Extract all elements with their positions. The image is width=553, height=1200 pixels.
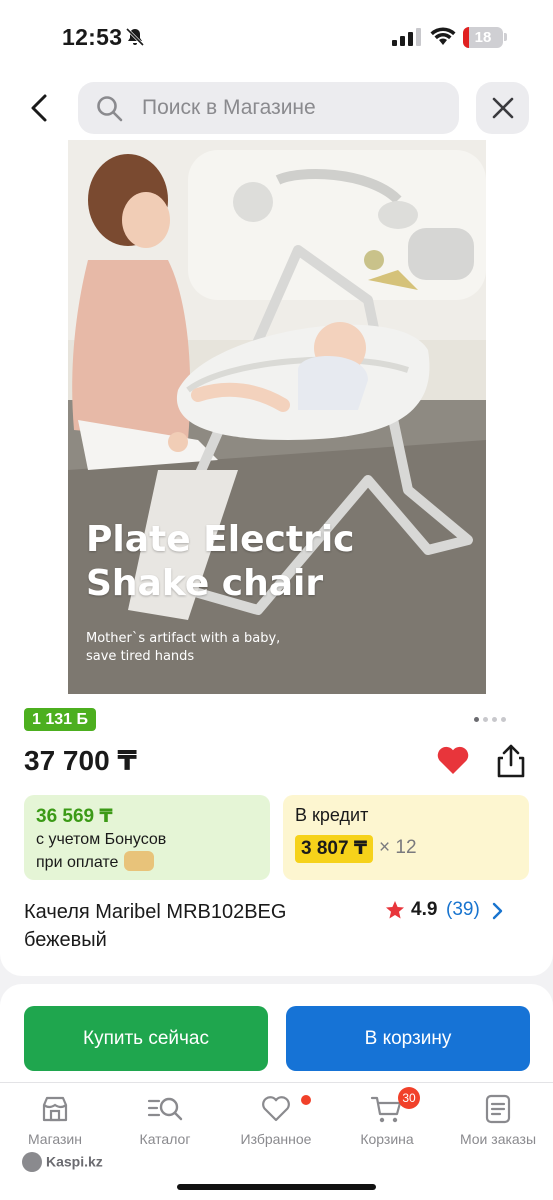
image-headline-line1: Plate Electric [86,519,355,560]
image-subtitle-line2: save tired hands [86,649,195,664]
bonus-description-line2-text: при оплате [36,854,119,872]
battery-level: 18 [474,29,492,46]
image-subtitle: Mother`s artifact with a baby, save tire… [86,630,280,666]
product-card: Plate Electric Shake chair Mother`s arti… [0,140,553,976]
tab-orders-label: Мои заказы [459,1131,537,1147]
bell-muted-icon [125,27,145,47]
kaspi-watermark: Kaspi.kz [22,1152,103,1175]
product-title: Качеля Maribel MRB102BEG бежевый [24,901,287,951]
search-icon [97,96,123,122]
image-headline-line2: Shake chair [86,563,324,604]
bottom-tab-bar: Магазин Каталог Избранное Корзина 30 Мои… [0,1082,553,1200]
credit-multiplier: × 12 [379,837,417,858]
gallery-dot[interactable] [483,717,488,722]
bonus-description-line1: с учетом Бонусов [36,831,167,848]
gallery-pagination[interactable] [474,709,526,722]
back-arrow-icon[interactable] [24,88,58,128]
tab-favorites-label: Избранное [240,1131,312,1147]
kaspi-watermark-text: Kaspi.kz [46,1153,103,1170]
chevron-right-icon[interactable] [491,902,503,920]
favorites-notification-dot [301,1095,311,1105]
store-icon [42,1096,68,1122]
credit-label: В кредит [295,805,369,825]
product-price: 37 700 ₸ [24,745,137,776]
cellular-signal-icon [392,28,421,46]
tab-cart[interactable]: Корзина 30 [332,1087,442,1155]
buy-now-button[interactable]: Купить сейчас [24,1006,268,1071]
kaspi-logo-icon [22,1152,42,1172]
credit-card[interactable]: В кредит 3 807 ₸ × 12 [283,795,529,880]
tab-favorites[interactable]: Избранное [221,1093,331,1155]
close-icon [492,97,514,119]
credit-monthly-amount: 3 807 ₸ [295,835,374,863]
battery-indicator: 18 [463,27,503,48]
tab-orders[interactable]: Мои заказы [443,1093,553,1155]
cart-count-badge: 30 [398,1087,420,1109]
purchase-actions: Купить сейчас В корзину [0,984,553,1084]
close-button[interactable] [476,82,529,134]
search-bar[interactable]: Поиск в Магазине [78,82,459,134]
product-photo[interactable]: Plate Electric Shake chair Mother`s arti… [68,140,486,694]
home-indicator[interactable] [177,1184,376,1190]
add-to-cart-button[interactable]: В корзину [286,1006,530,1071]
gallery-dot[interactable] [501,717,506,722]
tab-catalog[interactable]: Каталог [110,1093,220,1155]
reviews-count[interactable]: (39) [446,899,480,921]
heart-icon [262,1096,290,1122]
bonus-price-card[interactable]: 36 569 ₸ с учетом Бонусов при оплате [24,795,270,880]
status-time: 12:53 [62,24,123,50]
tab-catalog-label: Каталог [139,1131,191,1147]
gallery-dot[interactable] [474,717,479,722]
kaspi-coin-icon [124,851,155,871]
catalog-search-icon [147,1097,183,1121]
tab-store[interactable]: Магазин [0,1093,110,1155]
rating-value: 4.9 [411,899,438,920]
tab-store-label: Магазин [27,1131,82,1147]
product-photo-illustration [68,140,486,694]
bonus-description-line2: при оплате [36,851,155,873]
header: Поиск в Магазине [0,70,553,140]
share-icon[interactable] [494,743,528,779]
favorite-heart-icon[interactable] [436,745,470,775]
search-input[interactable]: Поиск в Магазине [142,82,442,134]
orders-icon [485,1094,511,1124]
image-headline: Plate Electric Shake chair [86,518,355,606]
star-icon [386,901,404,919]
image-subtitle-line1: Mother`s artifact with a baby, [86,631,281,646]
wifi-icon [430,27,456,45]
bonus-price: 36 569 ₸ [36,806,113,827]
gallery-dot[interactable] [492,717,497,722]
bonus-points-badge: 1 131 Б [24,708,96,731]
tab-cart-label: Корзина [360,1131,414,1147]
status-bar: 12:53 18 [0,0,553,70]
